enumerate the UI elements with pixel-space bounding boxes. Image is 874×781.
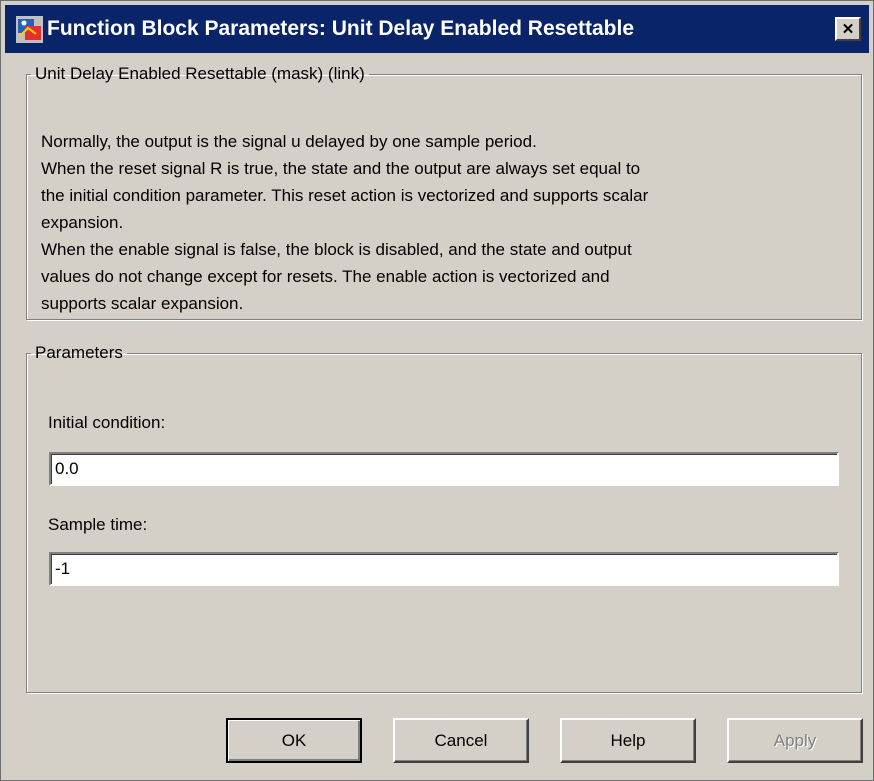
description-line: supports scalar expansion.: [41, 294, 244, 313]
parameters-legend: Parameters: [35, 343, 123, 362]
dialog-window: Function Block Parameters: Unit Delay En…: [0, 0, 874, 781]
description-line: When the enable signal is false, the blo…: [41, 240, 632, 259]
initial-condition-label: Initial condition:: [48, 413, 166, 432]
sample-time-label: Sample time:: [48, 515, 148, 534]
cancel-button[interactable]: Cancel: [393, 718, 529, 763]
description-line: values do not change except for resets. …: [41, 267, 610, 286]
description-line: expansion.: [41, 213, 124, 232]
sample-time-input[interactable]: [49, 552, 839, 586]
title-bar[interactable]: Function Block Parameters: Unit Delay En…: [5, 5, 869, 53]
simulink-icon: [16, 16, 43, 43]
ok-button[interactable]: OK: [226, 718, 362, 763]
apply-button[interactable]: Apply: [727, 718, 863, 763]
close-button[interactable]: ✕: [835, 17, 861, 41]
close-icon: ✕: [841, 20, 855, 38]
block-description: Normally, the output is the signal u del…: [41, 128, 851, 317]
help-button[interactable]: Help: [560, 718, 696, 763]
description-line: Normally, the output is the signal u del…: [41, 132, 537, 151]
initial-condition-input[interactable]: [49, 452, 839, 486]
window-title: Function Block Parameters: Unit Delay En…: [47, 17, 634, 40]
description-group: Unit Delay Enabled Resettable (mask) (li…: [26, 64, 862, 320]
parameters-group: Parameters Initial condition: Sample tim…: [26, 343, 862, 693]
description-line: When the reset signal R is true, the sta…: [41, 159, 641, 178]
description-legend: Unit Delay Enabled Resettable (mask) (li…: [35, 64, 365, 83]
description-line: the initial condition parameter. This re…: [41, 186, 649, 205]
